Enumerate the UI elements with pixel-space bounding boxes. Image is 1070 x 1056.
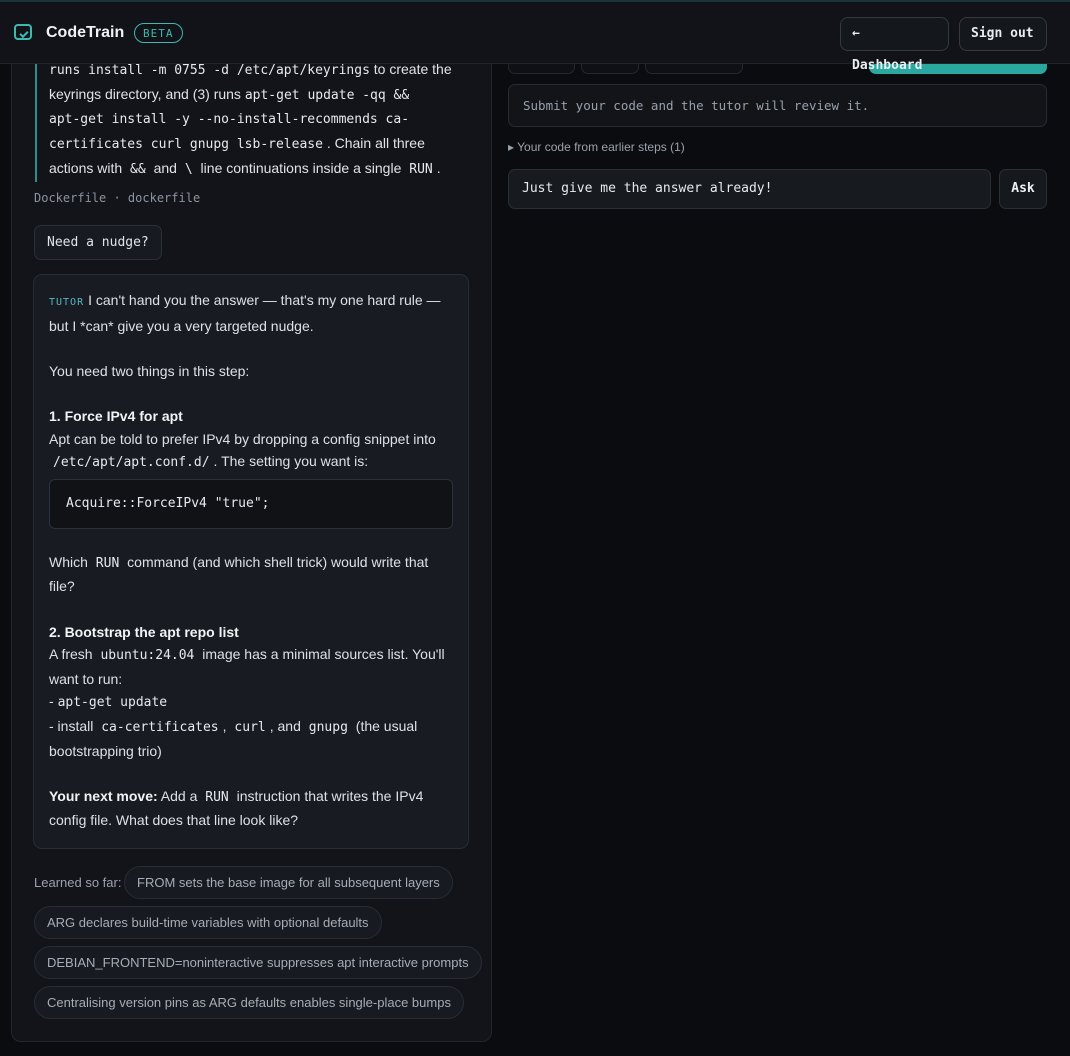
inline-code: /etc/apt/apt.conf.d/ [53,455,210,471]
tutor-tag: TUTOR [49,297,85,308]
file-info: Dockerfile · dockerfile [34,191,201,205]
inline-code: \ [184,161,193,177]
inline-code: runs install -m 0755 -d /etc/apt/keyring… [49,63,370,78]
inline-code: apt-get install -y --no-install-recommen… [49,112,410,128]
inline-code: certificates curl gnupg lsb-release [49,137,323,153]
app-title[interactable]: CodeTrain [46,24,124,42]
dashboard-button[interactable]: ← Dashboard [840,17,949,73]
next-move-label: Your next move: [49,787,158,804]
tutor-heading: 2. Bootstrap the apt repo list [49,623,239,640]
code-window-icon [14,24,32,40]
learned-label: Learned so far: [34,875,122,890]
inline-code: RUN [205,789,229,805]
ask-button[interactable]: Ask [999,169,1047,209]
inline-code: gnupg [308,719,348,735]
top-bar: CodeTrain BETA ← Dashboard Sign out [0,0,1070,73]
inline-code: && [130,161,146,177]
tutor-message: TUTOR I can't hand you the answer — that'… [33,274,469,849]
inline-code: apt-get update -qq && [244,87,410,103]
learned-chip: ARG declares build-time variables with o… [34,906,382,939]
inline-code: curl [234,719,266,735]
inline-code: RUN [95,555,120,571]
inline-code: ca-certificates [101,719,219,735]
earlier-steps-toggle[interactable]: ▸ Your code from earlier steps (1) [508,140,685,154]
step-instructions: runs install -m 0755 -d /etc/apt/keyring… [35,58,465,182]
code-snippet: Acquire::ForceIPv4 "true"; [49,478,453,529]
tutor-heading: 1. Force IPv4 for apt [49,407,183,424]
ask-input[interactable]: Just give me the answer already! [508,169,991,209]
inline-code: apt-get update [57,695,168,711]
inline-code: ubuntu:24.04 [100,648,195,664]
nudge-button[interactable]: Need a nudge? [34,225,162,260]
code-submission-area[interactable]: Submit your code and the tutor will revi… [508,84,1047,127]
learned-chip: DEBIAN_FRONTEND=noninteractive suppresse… [34,946,482,979]
beta-badge: BETA [134,23,183,43]
inline-code: RUN [409,161,433,177]
sign-out-button[interactable]: Sign out [959,17,1047,51]
learned-chip: Centralising version pins as ARG default… [34,986,464,1019]
learned-chip: FROM sets the base image for all subsequ… [124,866,453,899]
